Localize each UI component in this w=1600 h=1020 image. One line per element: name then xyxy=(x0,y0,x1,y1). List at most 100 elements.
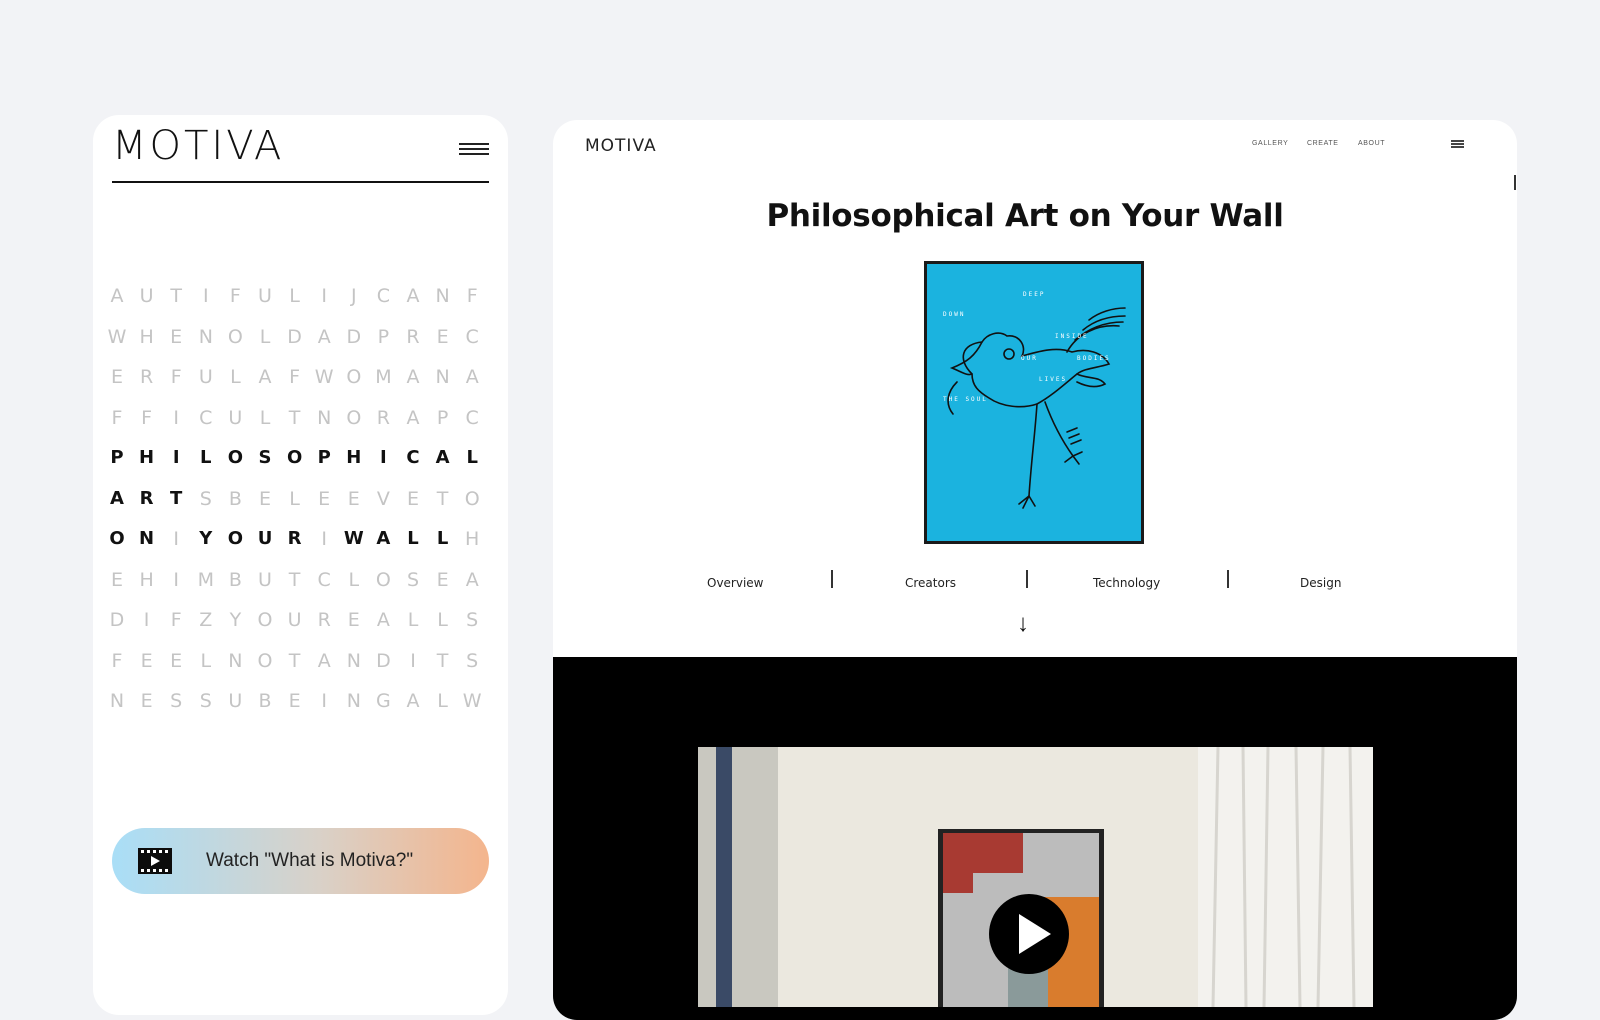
grid-letter: S xyxy=(258,447,272,468)
grid-letter: D xyxy=(109,609,125,631)
grid-row: ERFULAFWOMANA xyxy=(105,366,495,407)
grid-letter: L xyxy=(348,568,360,591)
grid-letter: S xyxy=(170,690,183,712)
grid-letter: U xyxy=(287,609,302,631)
scrollbar-thumb[interactable] xyxy=(1514,175,1516,190)
grid-letter: E xyxy=(110,568,123,591)
grid-letter: O xyxy=(346,366,362,388)
arrow-down-icon[interactable]: ↓ xyxy=(1017,610,1029,638)
grid-letter: C xyxy=(406,447,420,468)
nav-about[interactable]: ABOUT xyxy=(1358,140,1385,147)
grid-letter: A xyxy=(435,447,450,468)
grid-letter: Y xyxy=(199,528,213,549)
grid-letter: W xyxy=(343,528,364,549)
grid-letter: R xyxy=(139,366,154,388)
grid-letter: I xyxy=(321,690,327,712)
mobile-preview: MOTIVA AUTIFULIJCANFWHENOLDADPRECERFULAF… xyxy=(93,115,508,1015)
grid-letter: P xyxy=(436,406,449,429)
grid-row: PHILOSOPHICAL xyxy=(105,447,495,488)
grid-letter: O xyxy=(257,609,273,631)
grid-letter: I xyxy=(321,285,327,307)
svg-text:OUR: OUR xyxy=(1021,355,1038,362)
grid-letter: U xyxy=(257,528,273,549)
grid-letter: N xyxy=(435,285,450,307)
svg-text:LIVES: LIVES xyxy=(1039,376,1067,383)
grid-letter: I xyxy=(380,447,387,468)
hamburger-icon[interactable] xyxy=(459,143,489,159)
grid-letter: F xyxy=(229,285,241,307)
grid-letter: E xyxy=(140,649,153,672)
grid-letter: H xyxy=(139,568,154,591)
grid-letter: A xyxy=(376,609,390,631)
grid-letter: R xyxy=(139,487,154,509)
tab-design[interactable]: Design xyxy=(1300,576,1341,590)
grid-letter: A xyxy=(465,568,479,591)
grid-letter: U xyxy=(198,366,213,388)
grid-row: FEELNOTANDITS xyxy=(105,650,495,691)
grid-row: FFICULTNORAPC xyxy=(105,407,495,448)
tab-creators[interactable]: Creators xyxy=(905,576,956,590)
grid-row: EHIMBUTCLOSEA xyxy=(105,569,495,610)
grid-letter: C xyxy=(376,285,391,307)
grid-letter: A xyxy=(406,690,420,712)
tab-divider xyxy=(1227,570,1229,588)
grid-letter: P xyxy=(317,447,331,468)
grid-letter: U xyxy=(258,568,272,591)
grid-letter: I xyxy=(173,528,179,550)
grid-letter: G xyxy=(376,690,391,712)
grid-letter: N xyxy=(346,649,361,672)
svg-text:INSIDE: INSIDE xyxy=(1055,333,1089,340)
tab-overview[interactable]: Overview xyxy=(707,576,764,590)
artwork-poster[interactable]: DEEP DOWN INSIDE OUR BODIES LIVES THE SO… xyxy=(924,261,1144,544)
word-grid: AUTIFULIJCANFWHENOLDADPRECERFULAFWOMANAF… xyxy=(105,285,495,731)
logo[interactable]: MOTIVA xyxy=(585,136,657,156)
grid-letter: P xyxy=(110,447,124,468)
grid-letter: E xyxy=(347,487,360,510)
grid-letter: A xyxy=(110,487,124,509)
grid-letter: O xyxy=(286,447,303,468)
grid-letter: I xyxy=(172,447,180,468)
grid-letter: N xyxy=(346,690,361,712)
tab-divider xyxy=(831,570,833,588)
grid-letter: U xyxy=(228,690,243,712)
grid-letter: W xyxy=(314,366,334,388)
grid-letter: S xyxy=(466,609,479,631)
grid-letter: U xyxy=(228,406,243,429)
grid-letter: E xyxy=(170,649,183,672)
grid-letter: E xyxy=(436,325,449,348)
watch-video-button[interactable]: Watch "What is Motiva?" xyxy=(112,828,489,894)
grid-letter: P xyxy=(377,325,390,348)
grid-letter: I xyxy=(410,649,416,672)
grid-letter: L xyxy=(436,528,449,549)
grid-letter: I xyxy=(143,609,150,631)
grid-letter: T xyxy=(436,649,449,672)
hamburger-icon[interactable] xyxy=(1451,140,1464,148)
nav-gallery[interactable]: GALLERY xyxy=(1252,140,1288,147)
grid-letter: E xyxy=(140,690,153,712)
grid-letter: A xyxy=(406,285,420,307)
watch-video-label: Watch "What is Motiva?" xyxy=(206,850,414,871)
grid-letter: L xyxy=(466,447,478,468)
nav-create[interactable]: CREATE xyxy=(1307,140,1338,147)
grid-letter: O xyxy=(257,649,273,672)
grid-letter: T xyxy=(170,285,182,307)
play-icon[interactable] xyxy=(989,894,1069,974)
grid-letter: E xyxy=(258,487,271,510)
logo[interactable]: MOTIVA xyxy=(112,123,284,169)
grid-letter: I xyxy=(173,406,179,429)
tab-technology[interactable]: Technology xyxy=(1093,576,1160,590)
grid-letter: F xyxy=(111,406,123,429)
grid-letter: U xyxy=(139,285,154,307)
grid-letter: F xyxy=(170,609,182,631)
grid-letter: E xyxy=(110,366,123,388)
grid-letter: J xyxy=(350,285,357,307)
grid-letter: S xyxy=(199,487,212,510)
svg-text:DEEP: DEEP xyxy=(1023,291,1045,298)
grid-letter: L xyxy=(259,325,271,348)
grid-row: NESSUBEINGALW xyxy=(105,690,495,731)
grid-letter: O xyxy=(346,406,362,429)
grid-letter: M xyxy=(375,366,392,388)
grid-letter: M xyxy=(197,568,214,591)
video-player[interactable] xyxy=(698,747,1373,1007)
grid-letter: O xyxy=(464,487,480,510)
